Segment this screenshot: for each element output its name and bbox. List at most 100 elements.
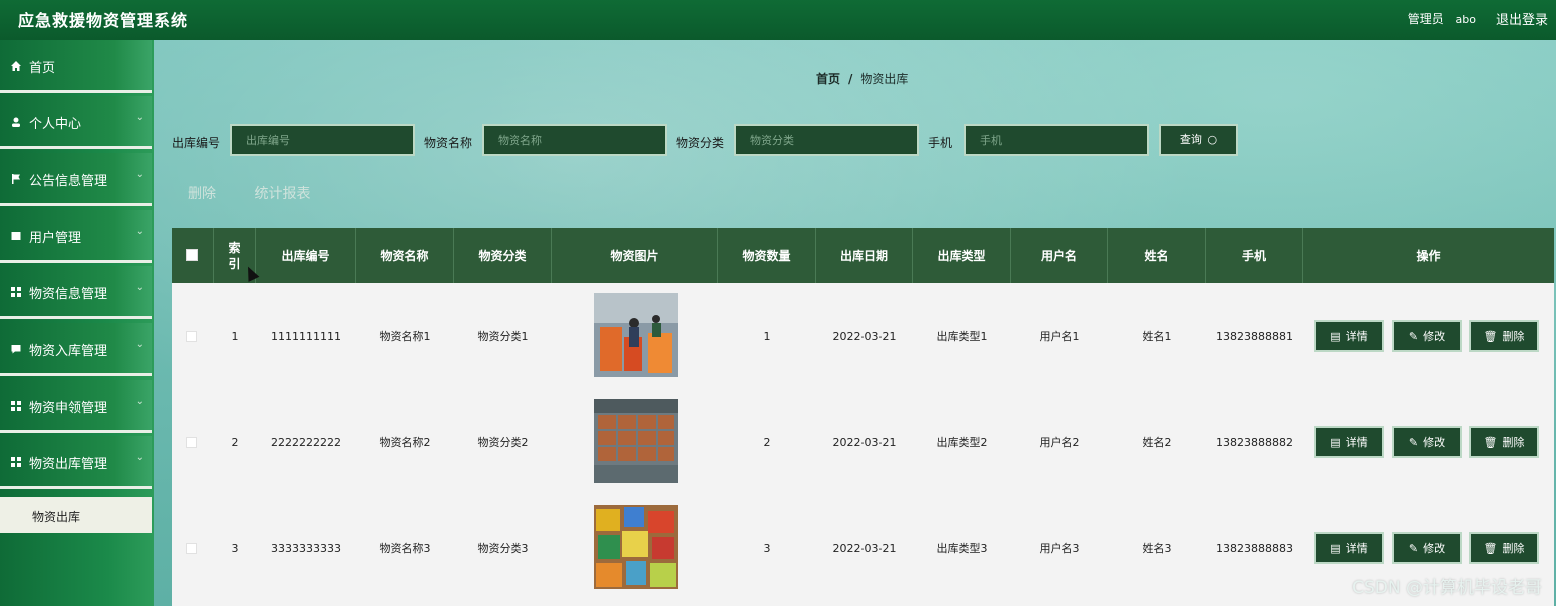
pencil-icon: ✎ <box>1408 329 1419 343</box>
pencil-icon: ✎ <box>1408 541 1419 555</box>
column-header: 出库编号 <box>256 228 356 283</box>
delete-button[interactable]: 🗑 删除 <box>1469 426 1539 458</box>
admin-role: 管理员 <box>1407 12 1444 26</box>
chevron-down-icon: ⌄ <box>135 112 144 123</box>
top-header: 应急救援物资管理系统 管理员 abo 退出登录 <box>0 0 1556 40</box>
column-header: 物资图片 <box>552 228 718 283</box>
cell-phone: 13823888882 <box>1216 435 1293 449</box>
search-input-phone[interactable] <box>964 124 1149 156</box>
square-icon <box>11 232 21 240</box>
detail-button-label: 详情 <box>1345 542 1368 555</box>
sidebar-subitem-stock-out[interactable]: 物资出库 <box>0 497 152 533</box>
cell-date: 2022-03-21 <box>832 435 897 449</box>
sidebar-item-label: 物资信息管理 <box>29 287 108 302</box>
cell-date: 2022-03-21 <box>832 329 897 343</box>
column-header: 物资名称 <box>356 228 454 283</box>
sidebar-item-material-info[interactable]: 物资信息管理 ⌄ <box>0 266 152 319</box>
breadcrumb-home[interactable]: 首页 <box>816 72 840 86</box>
edit-button-label: 修改 <box>1423 542 1446 555</box>
search-button[interactable]: 查询 ○ <box>1159 124 1238 156</box>
search-label-code: 出库编号 <box>172 136 221 150</box>
cell-name: 物资名称2 <box>379 436 431 449</box>
cell-quantity: 3 <box>763 541 771 555</box>
row-checkbox[interactable] <box>186 543 197 554</box>
search-input-category[interactable] <box>734 124 919 156</box>
document-icon: ▤ <box>1330 329 1341 343</box>
cell-index: 2 <box>231 435 239 449</box>
cell-code: 2222222222 <box>271 435 341 449</box>
search-label-phone: 手机 <box>928 136 953 150</box>
delete-button[interactable]: 🗑 删除 <box>1469 320 1539 352</box>
table-row: 2 2222222222 物资名称2 物资分类2 2 2022-03-21 出库… <box>172 389 1554 495</box>
cell-quantity: 1 <box>763 329 771 343</box>
breadcrumb: 首页 / 物资出库 <box>816 70 908 87</box>
cell-index: 3 <box>231 541 239 555</box>
sidebar-item-notices[interactable]: 公告信息管理 ⌄ <box>0 153 152 206</box>
home-icon <box>11 61 21 71</box>
detail-button[interactable]: ▤ 详情 <box>1314 320 1384 352</box>
chevron-down-icon: ⌄ <box>135 339 144 350</box>
cell-phone: 13823888881 <box>1216 329 1293 343</box>
sidebar-item-profile[interactable]: 个人中心 ⌄ <box>0 96 152 149</box>
edit-button-label: 修改 <box>1423 436 1446 449</box>
delete-button-label: 删除 <box>1502 436 1525 449</box>
detail-button[interactable]: ▤ 详情 <box>1314 426 1384 458</box>
column-header: 出库日期 <box>816 228 913 283</box>
chevron-down-icon: ⌄ <box>135 452 144 463</box>
sidebar-item-stock-out[interactable]: 物资出库管理 ⌄ <box>0 436 152 489</box>
detail-button[interactable]: ▤ 详情 <box>1314 532 1384 564</box>
grid-icon <box>11 401 21 411</box>
cell-realname: 姓名2 <box>1142 436 1172 449</box>
edit-button[interactable]: ✎ 修改 <box>1392 320 1462 352</box>
cell-username: 用户名1 <box>1039 330 1080 343</box>
edit-button[interactable]: ✎ 修改 <box>1392 532 1462 564</box>
document-icon: ▤ <box>1330 435 1341 449</box>
column-header: 物资数量 <box>718 228 816 283</box>
column-header: 姓名 <box>1108 228 1206 283</box>
material-image <box>594 505 678 589</box>
row-checkbox[interactable] <box>186 437 197 448</box>
delete-button-label: 删除 <box>1502 330 1525 343</box>
delete-button[interactable]: 🗑 删除 <box>1469 532 1539 564</box>
sidebar-item-users[interactable]: 用户管理 ⌄ <box>0 210 152 263</box>
sidebar-item-apply[interactable]: 物资申领管理 ⌄ <box>0 380 152 433</box>
cell-realname: 姓名3 <box>1142 542 1172 555</box>
cell-phone: 13823888883 <box>1216 541 1293 555</box>
edit-button[interactable]: ✎ 修改 <box>1392 426 1462 458</box>
column-header: 出库类型 <box>913 228 1011 283</box>
cell-code: 1111111111 <box>271 329 341 343</box>
sidebar-item-label: 物资入库管理 <box>29 344 108 359</box>
grid-icon <box>11 457 21 467</box>
row-checkbox[interactable] <box>186 331 197 342</box>
sidebar-item-stock-in[interactable]: 物资入库管理 ⌄ <box>0 323 152 376</box>
cell-type: 出库类型3 <box>936 542 988 555</box>
stock-out-table: 索引 出库编号 物资名称 物资分类 物资图片 物资数量 出库日期 出库类型 用户… <box>172 228 1554 606</box>
trash-icon: 🗑 <box>1483 435 1498 449</box>
grid-icon <box>11 287 21 297</box>
cell-name: 物资名称1 <box>379 330 431 343</box>
report-button[interactable]: 统计报表 <box>254 186 310 202</box>
logout-link[interactable]: 退出登录 <box>1496 9 1548 28</box>
document-icon: ▤ <box>1330 541 1341 555</box>
sidebar-item-label: 物资申领管理 <box>29 401 108 416</box>
message-icon <box>11 345 21 354</box>
trash-icon: 🗑 <box>1483 541 1498 555</box>
cell-quantity: 2 <box>763 435 771 449</box>
material-image <box>594 293 678 377</box>
select-all-checkbox[interactable] <box>186 249 198 261</box>
cell-code: 3333333333 <box>271 541 341 555</box>
batch-delete-button[interactable]: 删除 <box>188 186 216 202</box>
sidebar-item-home[interactable]: 首页 <box>0 40 152 93</box>
material-image <box>594 399 678 483</box>
sidebar-item-label: 用户管理 <box>29 231 82 246</box>
app-title: 应急救援物资管理系统 <box>18 11 189 30</box>
delete-button-label: 删除 <box>1502 542 1525 555</box>
search-input-code[interactable] <box>230 124 415 156</box>
cell-type: 出库类型2 <box>936 436 988 449</box>
search-input-name[interactable] <box>482 124 667 156</box>
breadcrumb-current: 物资出库 <box>860 72 909 86</box>
cell-date: 2022-03-21 <box>832 541 897 555</box>
table-row: 1 1111111111 物资名称1 物资分类1 1 2022-03-21 出库… <box>172 283 1554 389</box>
chevron-down-icon: ⌄ <box>135 282 144 293</box>
sidebar: 首页 个人中心 ⌄ 公告信息管理 ⌄ 用户管理 ⌄ 物资信息管理 ⌄ 物资入库管… <box>0 40 154 606</box>
